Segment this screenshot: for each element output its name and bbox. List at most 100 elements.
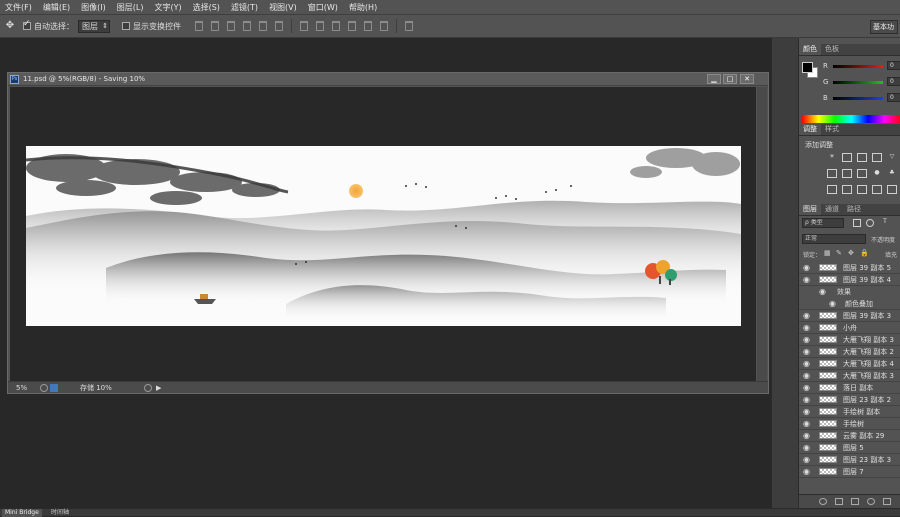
eye-icon[interactable]: ◉ [803,359,810,368]
menu-help[interactable]: 帮助(H) [349,2,377,13]
workspace-switcher[interactable]: 基本功 [870,20,898,34]
layer-row[interactable]: ◉ 图层 23 副本 2 [799,394,900,406]
green-value[interactable]: 0 [887,77,900,86]
black-white-icon[interactable] [857,169,867,178]
menu-edit[interactable]: 编辑(E) [43,2,70,13]
distribute-left-icon[interactable] [348,21,356,31]
auto-select-checkbox[interactable] [23,19,31,30]
effects-eye-icon[interactable]: ◉ [819,287,826,296]
eye-icon[interactable]: ◉ [803,419,810,428]
green-track[interactable] [833,81,883,84]
eye-icon[interactable]: ◉ [803,323,810,332]
filter-pixel-icon[interactable] [853,219,861,227]
filter-type-icon[interactable]: T [880,218,890,227]
layer-row[interactable]: ◉ 手绘树 副本 [799,406,900,418]
distribute-top-icon[interactable] [300,21,308,31]
distribute-bottom-icon[interactable] [332,21,340,31]
layer-filter-dropdown[interactable]: ρ 类型 [802,218,844,228]
layer-row[interactable]: ◉ 大雁飞翔 副本 3 [799,334,900,346]
selective-color-icon[interactable] [887,185,897,194]
menu-layer[interactable]: 图层(L) [117,2,144,13]
layer-row[interactable]: ◉ 图层 7 [799,466,900,478]
collapsed-panel-dock[interactable] [771,38,798,508]
threshold-icon[interactable] [857,185,867,194]
eye-icon[interactable]: ◉ [803,335,810,344]
cancel-save-icon[interactable] [144,383,152,392]
distribute-vcenter-icon[interactable] [316,21,324,31]
menu-window[interactable]: 窗口(W) [308,2,338,13]
layer-row[interactable]: ◉ 大雁飞翔 副本 4 [799,358,900,370]
eye-icon[interactable]: ◉ [803,443,810,452]
eye-icon[interactable]: ◉ [803,431,810,440]
maximize-button[interactable]: □ [723,74,737,84]
zoom-level[interactable]: 5% [16,384,38,392]
blue-value[interactable]: 0 [887,93,900,102]
eye-icon[interactable]: ◉ [803,347,810,356]
align-left-icon[interactable] [243,21,251,31]
layer-effects-row[interactable]: ◉ 效果 [799,286,900,298]
canvas-area[interactable] [10,87,756,381]
posterize-icon[interactable] [842,185,852,194]
color-profile-icon[interactable] [50,383,58,392]
new-adjustment-icon[interactable] [867,498,875,505]
distribute-hcenter-icon[interactable] [364,21,372,31]
eye-icon[interactable]: ◉ [803,383,810,392]
link-layers-icon[interactable] [819,498,827,505]
align-right-icon[interactable] [275,21,283,31]
eye-icon[interactable]: ◉ [803,371,810,380]
red-track[interactable] [833,65,883,68]
hue-saturation-icon[interactable] [827,169,837,178]
tab-layers[interactable]: 图层 [799,204,821,215]
tab-channels[interactable]: 通道 [821,204,843,215]
layer-row[interactable]: ◉ 云雾 副本 29 [799,430,900,442]
brightness-icon[interactable]: ☀ [827,153,837,162]
levels-icon[interactable] [842,153,852,162]
menu-select[interactable]: 选择(S) [193,2,220,13]
layer-row[interactable]: ◉ 图层 39 副本 5 [799,262,900,274]
status-menu-arrow-icon[interactable]: ▶ [156,384,161,392]
lock-pixels-icon[interactable]: ✎ [836,249,842,257]
exposure-icon[interactable] [872,153,882,162]
layer-row[interactable]: ◉ 大雁飞翔 副本 3 [799,370,900,382]
info-icon[interactable] [40,383,48,392]
layer-row[interactable]: ◉ 图层 39 副本 4 [799,274,900,286]
align-vcenter-icon[interactable] [211,21,219,31]
eye-icon[interactable]: ◉ [803,395,810,404]
tab-styles[interactable]: 样式 [821,124,843,135]
eye-icon[interactable]: ◉ [803,455,810,464]
vertical-scrollbar[interactable] [757,87,767,381]
align-hcenter-icon[interactable] [259,21,267,31]
blue-track[interactable] [833,97,883,100]
red-value[interactable]: 0 [887,61,900,70]
gradient-map-icon[interactable] [872,185,882,194]
layer-style-icon[interactable] [835,498,843,505]
red-slider[interactable]: R 0 [823,61,900,72]
artwork-canvas[interactable] [26,146,741,326]
invert-icon[interactable] [827,185,837,194]
eye-icon[interactable]: ◉ [803,263,810,272]
photo-filter-icon[interactable]: ● [872,169,882,178]
layer-row[interactable]: ◉ 图层 23 副本 3 [799,454,900,466]
document-titlebar[interactable]: Ps 11.psd @ 5%(RGB/8) - Saving 10% ▁ □ ✕ [8,73,768,86]
minimize-button[interactable]: ▁ [707,74,721,84]
menu-view[interactable]: 视图(V) [269,2,297,13]
move-tool-icon[interactable]: ✥ [3,19,17,33]
layer-row[interactable]: ◉ 落日 副本 [799,382,900,394]
tab-adjustments[interactable]: 调整 [799,124,821,135]
auto-align-icon[interactable] [405,21,413,31]
align-top-icon[interactable] [195,21,203,31]
tab-swatches[interactable]: 色板 [821,44,843,55]
menu-type[interactable]: 文字(Y) [154,2,181,13]
show-transform-checkbox[interactable] [122,22,130,30]
layer-row[interactable]: ◉ 小舟 [799,322,900,334]
green-slider[interactable]: G 0 [823,77,900,88]
tab-color[interactable]: 颜色 [799,44,821,55]
layer-row[interactable]: ◉ 大雁飞翔 副本 2 [799,346,900,358]
lock-transparent-icon[interactable]: ▦ [824,249,831,257]
blend-mode-dropdown[interactable]: 正常 [802,234,866,244]
foreground-color-swatch[interactable] [802,62,813,73]
tab-paths[interactable]: 路径 [843,204,865,215]
lock-position-icon[interactable]: ✥ [848,249,854,257]
close-button[interactable]: ✕ [740,74,754,84]
menu-image[interactable]: 图像(I) [81,2,106,13]
